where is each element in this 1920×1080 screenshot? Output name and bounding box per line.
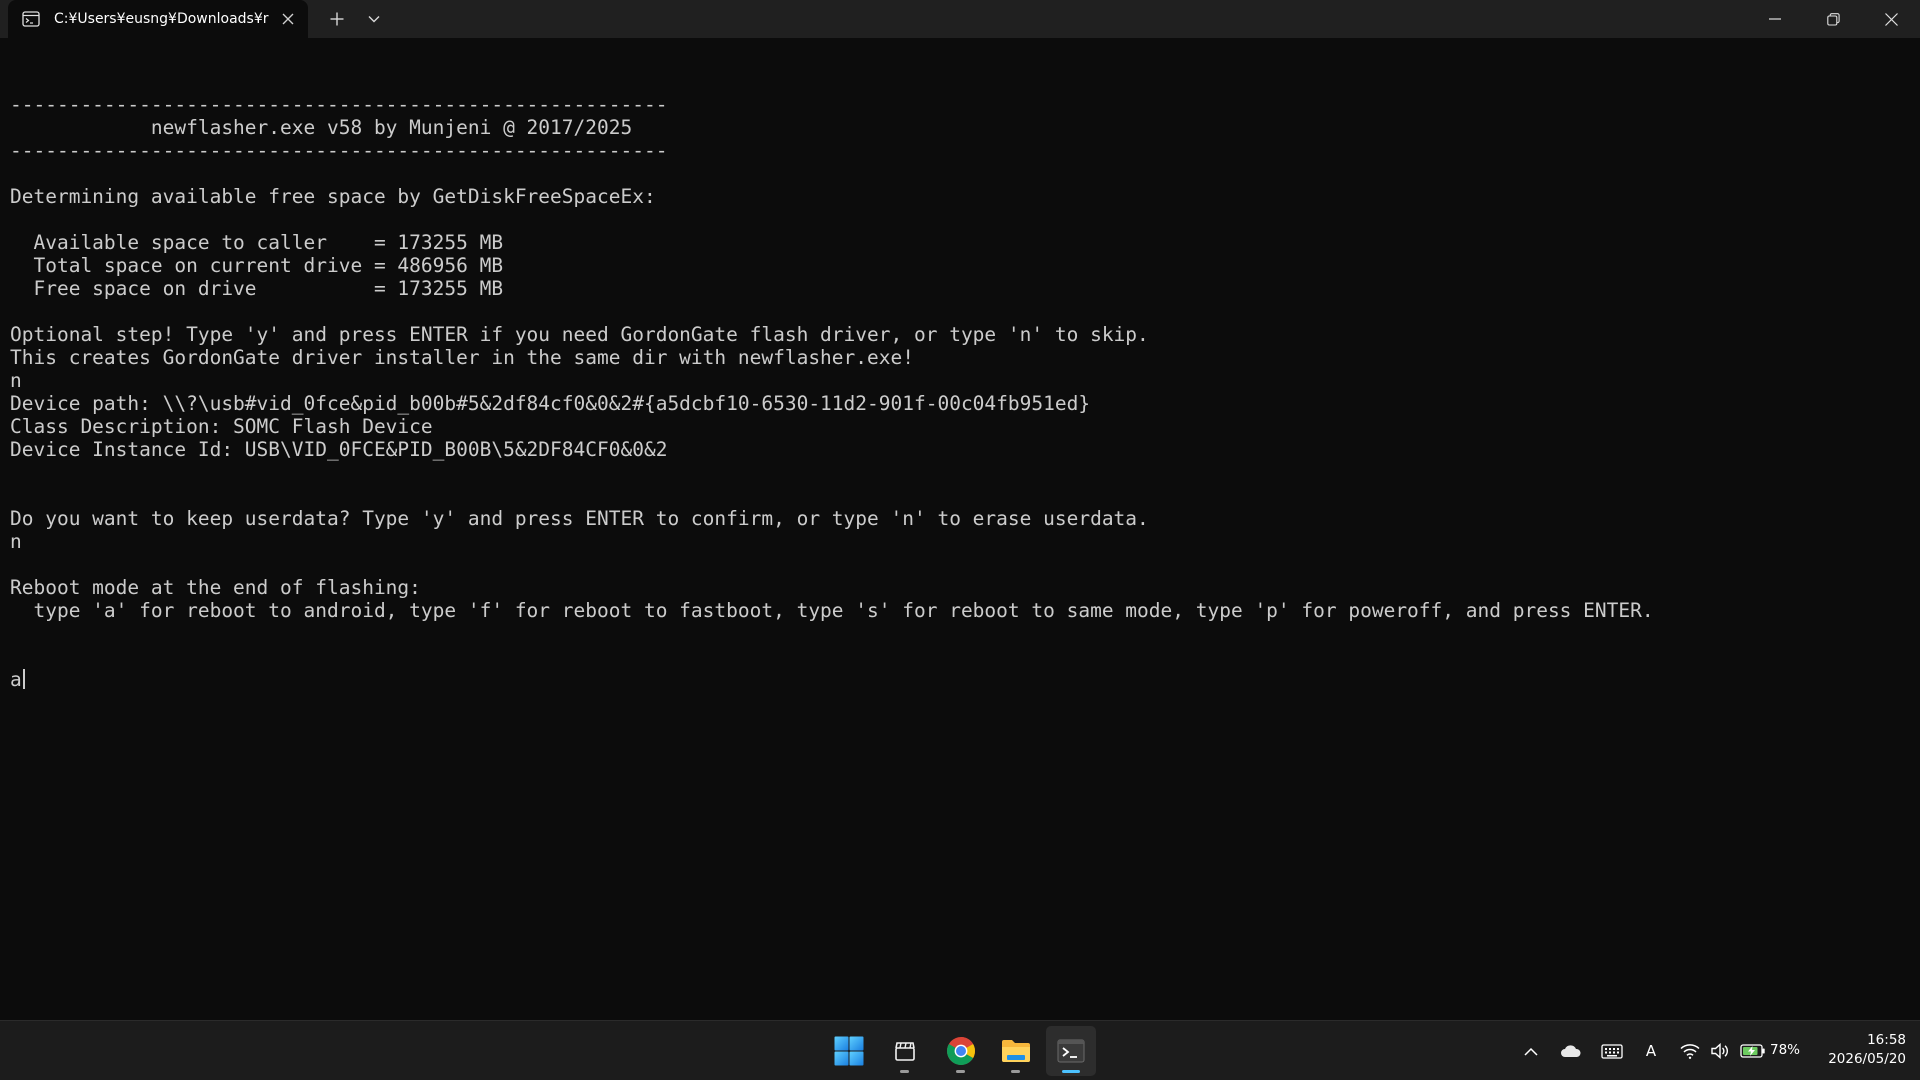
terminal-app[interactable] — [1046, 1026, 1096, 1076]
new-tab-button[interactable] — [322, 5, 352, 33]
wifi-icon[interactable] — [1678, 1039, 1702, 1063]
minimize-icon — [1769, 18, 1781, 20]
close-window-button[interactable] — [1862, 0, 1920, 38]
terminal-line: n — [10, 530, 22, 553]
chevron-down-icon — [368, 16, 380, 23]
terminal-line: Reboot mode at the end of flashing: — [10, 576, 421, 599]
terminal-line: Optional step! Type 'y' and press ENTER … — [10, 323, 1149, 346]
taskbar: A 78% 16:58 2026/05/20 — [0, 1020, 1920, 1080]
active-indicator — [1062, 1070, 1080, 1073]
touch-keyboard-button[interactable] — [1598, 1039, 1626, 1063]
tab-dropdown-button[interactable] — [360, 5, 388, 33]
terminal-line: ----------------------------------------… — [10, 139, 668, 162]
battery-charging-icon[interactable] — [1738, 1039, 1768, 1063]
terminal-line: Device Instance Id: USB\VID_0FCE&PID_B00… — [10, 438, 668, 461]
terminal-output[interactable]: ----------------------------------------… — [10, 47, 1910, 1007]
close-icon — [282, 13, 294, 25]
terminal-line: ----------------------------------------… — [10, 93, 668, 116]
battery-percentage: 78% — [1770, 1042, 1801, 1058]
terminal-line: type 'a' for reboot to android, type 'f'… — [10, 599, 1654, 622]
clock-time: 16:58 — [1867, 1032, 1906, 1048]
terminal-tab-icon — [22, 11, 40, 27]
chevron-up-icon — [1524, 1047, 1538, 1056]
terminal-line: newflasher.exe v58 by Munjeni @ 2017/202… — [10, 116, 633, 139]
show-hidden-icons-button[interactable] — [1518, 1039, 1544, 1063]
clock[interactable]: 16:58 2026/05/20 — [1806, 1031, 1906, 1069]
terminal-line: n — [10, 369, 22, 392]
text-cursor — [22, 669, 25, 689]
input-method-indicator[interactable]: A — [1640, 1039, 1662, 1063]
running-indicator — [1011, 1070, 1020, 1073]
clock-date: 2026/05/20 — [1828, 1051, 1906, 1067]
clapperboard-icon — [895, 1042, 915, 1061]
file-explorer-app[interactable] — [991, 1026, 1041, 1076]
terminal-input-line[interactable]: a — [10, 668, 1910, 691]
tab-title: C:¥Users¥eusng¥Downloads¥r — [54, 11, 269, 27]
cloud-icon — [1561, 1045, 1581, 1057]
terminal-input: a — [10, 668, 22, 691]
terminal-line: Do you want to keep userdata? Type 'y' a… — [10, 507, 1149, 530]
chrome-app[interactable] — [936, 1026, 986, 1076]
plus-icon — [330, 12, 344, 26]
terminal-line: Total space on current drive = 486956 MB — [10, 254, 504, 277]
minimize-button[interactable] — [1746, 0, 1804, 38]
restore-icon — [1826, 12, 1840, 26]
terminal-icon — [1057, 1039, 1085, 1063]
maximize-button[interactable] — [1804, 0, 1862, 38]
folder-icon — [1002, 1040, 1030, 1062]
keyboard-icon — [1601, 1043, 1623, 1059]
volume-icon[interactable] — [1708, 1039, 1732, 1063]
close-icon — [1884, 12, 1898, 26]
terminal-line: This creates GordonGate driver installer… — [10, 346, 914, 369]
windows-logo-icon — [834, 1036, 864, 1066]
clapperboard-app[interactable] — [880, 1026, 930, 1076]
running-indicator — [956, 1070, 965, 1073]
chrome-icon — [947, 1037, 975, 1065]
terminal-line: Available space to caller = 173255 MB — [10, 231, 504, 254]
terminal-line: Free space on drive = 173255 MB — [10, 277, 504, 300]
terminal-line: Class Description: SOMC Flash Device — [10, 415, 433, 438]
terminal-window: C:¥Users¥eusng¥Downloads¥r -------------… — [0, 0, 1920, 1020]
title-bar[interactable]: C:¥Users¥eusng¥Downloads¥r — [0, 0, 1920, 38]
start-button[interactable] — [824, 1026, 874, 1076]
terminal-lines: ----------------------------------------… — [10, 93, 1910, 622]
onedrive-tray-button[interactable] — [1556, 1039, 1586, 1063]
tab-terminal[interactable]: C:¥Users¥eusng¥Downloads¥r — [8, 0, 308, 38]
terminal-line: Device path: \\?\usb#vid_0fce&pid_b00b#5… — [10, 392, 1091, 415]
tab-close-button[interactable] — [278, 9, 298, 29]
running-indicator — [900, 1070, 909, 1073]
terminal-line: Determining available free space by GetD… — [10, 185, 656, 208]
